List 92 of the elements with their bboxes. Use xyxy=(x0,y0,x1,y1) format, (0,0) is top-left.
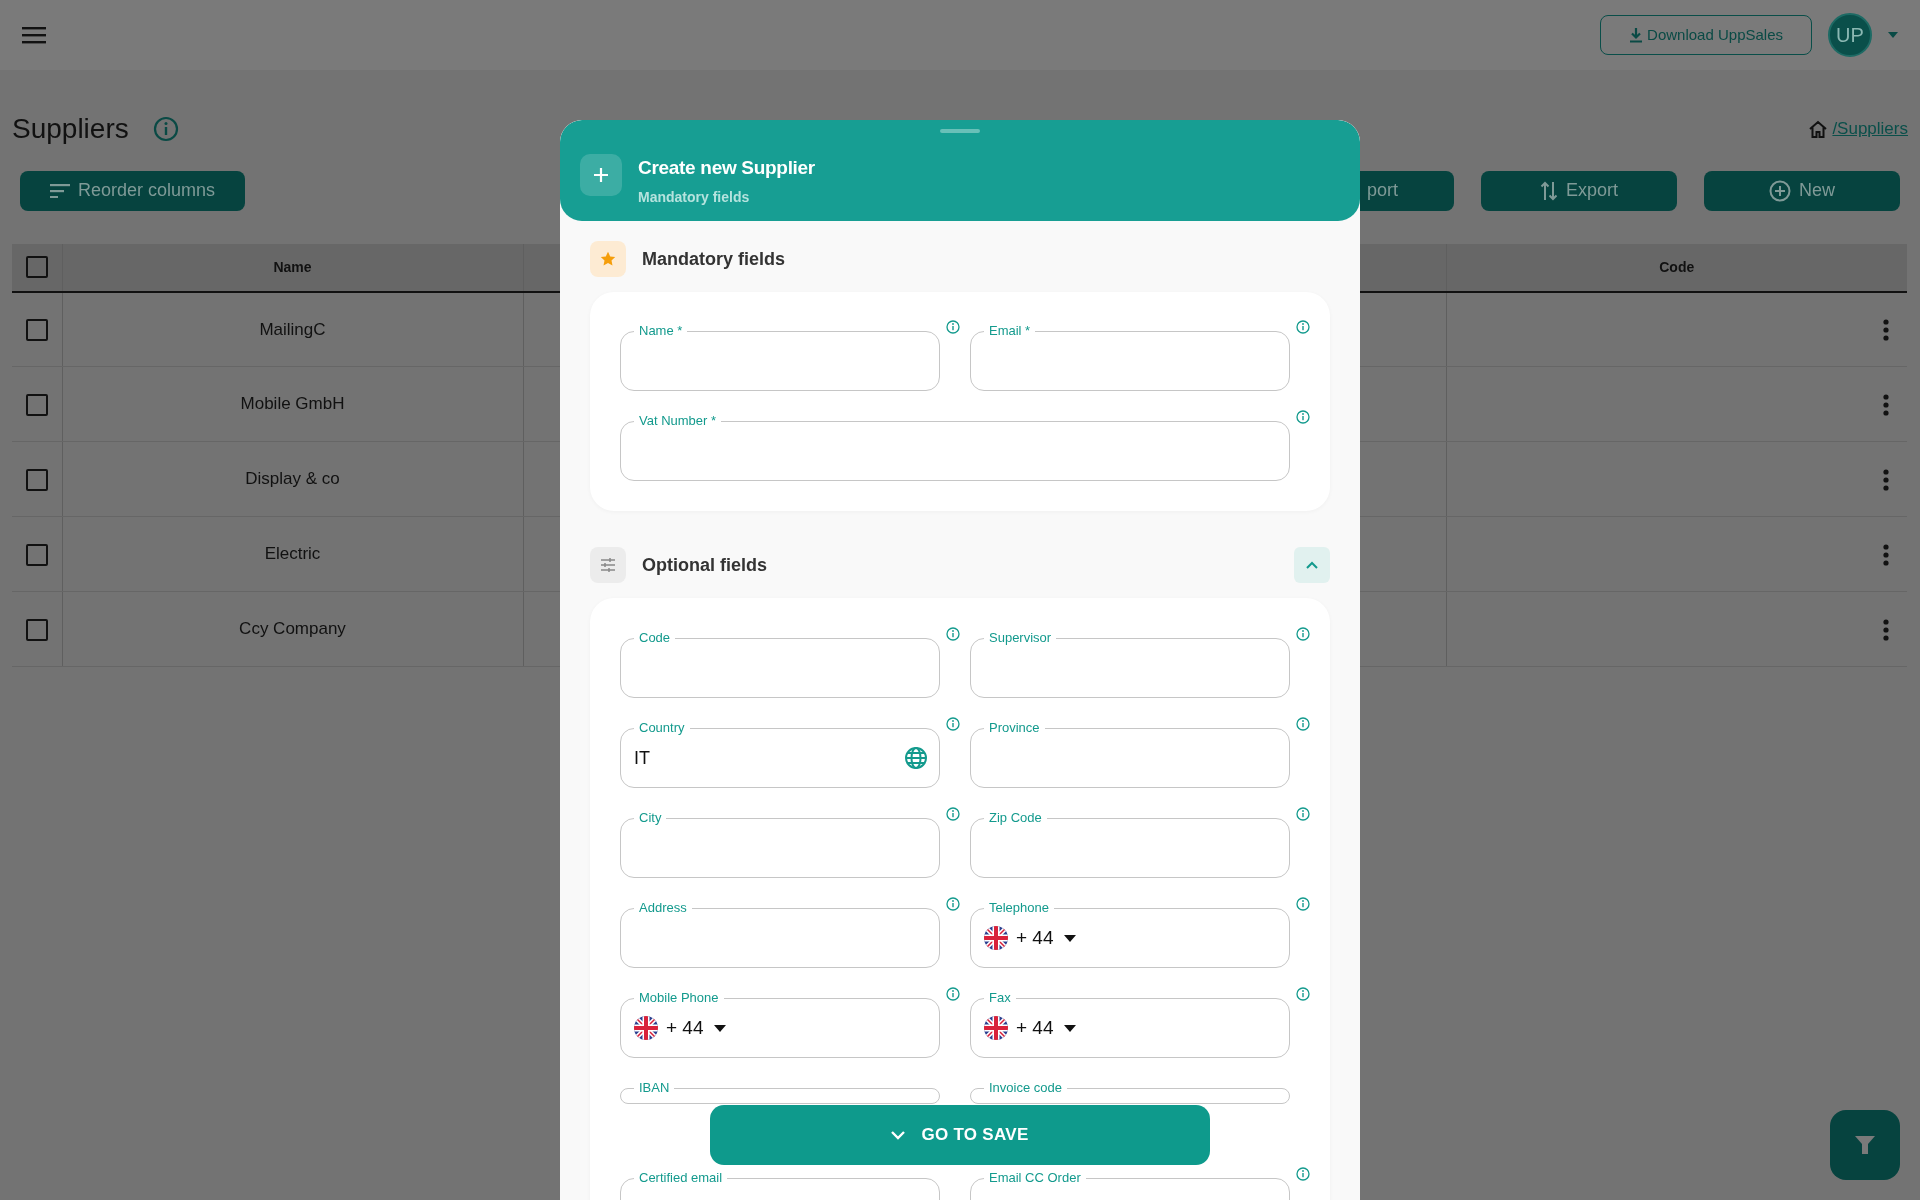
breadcrumb-link[interactable]: /Suppliers xyxy=(1832,116,1908,142)
chevron-down-icon xyxy=(891,1130,906,1140)
field-label: Telephone xyxy=(984,900,1054,916)
new-button[interactable]: New xyxy=(1704,170,1900,211)
row-checkbox[interactable] xyxy=(25,543,48,566)
input-field[interactable]: IBAN xyxy=(620,1080,940,1104)
input-field[interactable]: Invoice code xyxy=(970,1080,1290,1104)
table-cell: Electric xyxy=(264,544,321,564)
input-field[interactable]: Zip Code xyxy=(970,810,1290,878)
info-icon[interactable] xyxy=(1296,410,1310,424)
info-icon[interactable] xyxy=(1296,717,1310,731)
flag-icon xyxy=(984,1016,1008,1040)
reorder-columns-button[interactable]: Reorder columns xyxy=(20,170,245,211)
input-field[interactable]: City xyxy=(620,810,940,878)
filter-button[interactable] xyxy=(1830,1110,1900,1180)
input-field[interactable]: Email * xyxy=(970,323,1290,391)
page-title: Suppliers xyxy=(12,112,129,146)
filter-icon xyxy=(1854,1134,1876,1156)
input-field[interactable]: Code xyxy=(620,630,940,698)
table-cell: MailingC xyxy=(259,319,326,339)
input-field[interactable]: Mobile Phone + 44 xyxy=(620,990,940,1058)
country-code-select[interactable]: + 44 xyxy=(1016,1013,1076,1043)
section-title: Optional fields xyxy=(642,553,768,577)
column-header[interactable]: Name xyxy=(273,258,312,275)
info-icon[interactable] xyxy=(946,320,960,334)
field-label: Zip Code xyxy=(984,810,1047,826)
plus-circle-icon xyxy=(1769,179,1791,202)
menu-icon[interactable] xyxy=(22,26,46,44)
field-label: City xyxy=(634,810,667,826)
table-cell: Mobile GmbH xyxy=(240,394,345,414)
info-icon[interactable] xyxy=(946,807,960,821)
plus-sign-icon xyxy=(593,167,609,183)
row-checkbox[interactable] xyxy=(25,319,48,342)
download-button[interactable]: Download UppSales xyxy=(1600,15,1812,55)
flag-icon xyxy=(984,926,1008,950)
country-code-select[interactable]: + 44 xyxy=(666,1013,726,1043)
row-checkbox[interactable] xyxy=(25,393,48,416)
sliders-shape-icon xyxy=(600,557,616,573)
dialog-title: Create new Supplier xyxy=(638,156,815,180)
info-icon[interactable] xyxy=(1296,627,1310,641)
input-field[interactable]: Supervisor xyxy=(970,630,1290,698)
more-vertical-icon[interactable] xyxy=(1883,319,1889,342)
info-icon[interactable] xyxy=(946,987,960,1001)
user-avatar[interactable]: UP xyxy=(1828,13,1872,57)
home-icon[interactable] xyxy=(1808,119,1829,138)
input-field[interactable]: Telephone + 44 xyxy=(970,900,1290,968)
up-down-arrows-icon xyxy=(1540,179,1558,202)
field-value: IT xyxy=(634,746,651,770)
info-icon[interactable] xyxy=(1296,807,1310,821)
table-cell: Ccy Company xyxy=(239,619,346,639)
sort-lines-icon xyxy=(49,183,70,198)
country-code-select[interactable]: + 44 xyxy=(1016,923,1076,953)
dialog-subtitle: Mandatory fields xyxy=(638,187,751,207)
info-icon[interactable] xyxy=(946,897,960,911)
globe-icon[interactable] xyxy=(904,746,928,770)
collapse-button[interactable] xyxy=(1294,547,1330,583)
input-field[interactable]: Name * xyxy=(620,323,940,391)
caret-down-icon[interactable] xyxy=(1888,32,1898,38)
info-icon[interactable] xyxy=(1296,897,1310,911)
download-icon xyxy=(1629,27,1644,43)
row-checkbox[interactable] xyxy=(25,618,48,641)
input-field[interactable]: Vat Number * xyxy=(620,413,1290,481)
field-label: Supervisor xyxy=(984,630,1057,646)
info-icon[interactable] xyxy=(946,717,960,731)
go-to-save-button[interactable]: GO TO SAVE xyxy=(710,1105,1210,1165)
export-button[interactable]: Export xyxy=(1481,170,1677,211)
more-vertical-icon[interactable] xyxy=(1883,543,1889,566)
more-vertical-icon[interactable] xyxy=(1883,618,1889,641)
star-shape-icon xyxy=(600,251,616,267)
more-vertical-icon[interactable] xyxy=(1883,393,1889,416)
chevron-up-icon xyxy=(1306,561,1318,569)
flag-icon xyxy=(634,1016,658,1040)
select-all-checkbox[interactable] xyxy=(25,256,48,279)
info-icon[interactable] xyxy=(1296,1167,1310,1181)
input-field[interactable]: Fax + 44 xyxy=(970,990,1290,1058)
section-title: Mandatory fields xyxy=(642,247,787,271)
caret-down-icon xyxy=(1063,934,1076,942)
info-icon[interactable] xyxy=(946,627,960,641)
input-field[interactable]: Address xyxy=(620,900,940,968)
info-icon[interactable] xyxy=(1296,987,1310,1001)
row-checkbox[interactable] xyxy=(25,468,48,491)
input-field[interactable]: Country IT xyxy=(620,720,940,788)
more-vertical-icon[interactable] xyxy=(1883,468,1889,491)
info-icon[interactable] xyxy=(1296,320,1310,334)
input-field[interactable]: Province xyxy=(970,720,1290,788)
column-header[interactable]: Code xyxy=(1659,258,1695,275)
field-label: Country xyxy=(634,720,690,736)
caret-down-icon xyxy=(1063,1024,1076,1032)
info-icon[interactable] xyxy=(152,115,179,142)
table-cell: Display & co xyxy=(245,469,340,489)
caret-down-icon xyxy=(713,1024,726,1032)
drag-handle[interactable] xyxy=(940,129,980,133)
